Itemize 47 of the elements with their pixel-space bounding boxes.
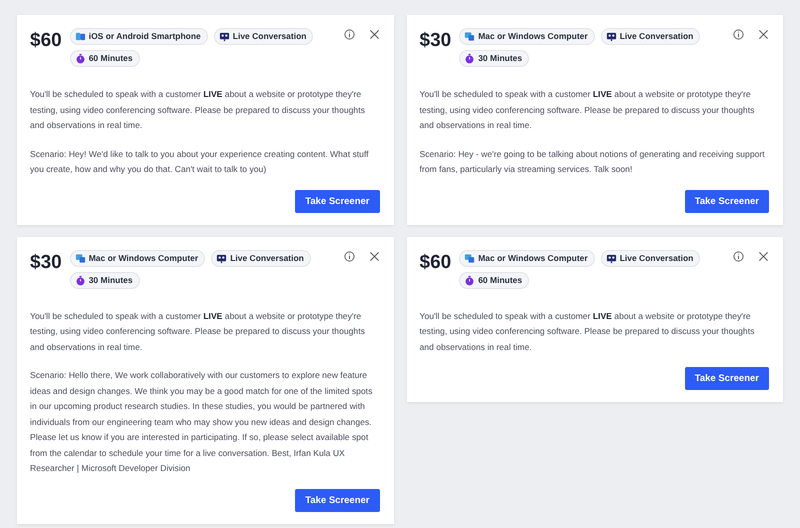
scenario-text: Scenario: Hey! We'd like to talk to you about your experience creating content. What stuff you create, how and why you do that. Can't wait to talk to you) <box>30 148 370 176</box>
close-icon[interactable] <box>368 250 380 262</box>
description: You'll be scheduled to speak with a customer LIVE about a website or prototype they're testing, using video conferencing software. Please be prepared to discuss your thoughts and observations in real time. <box>30 88 366 132</box>
price: $60 <box>420 252 452 274</box>
tag-label: Live Conversation <box>620 252 694 264</box>
tag-label: Mac or Windows Computer <box>478 31 588 42</box>
info-icon[interactable] <box>733 250 744 262</box>
monitor-people-icon <box>606 252 617 264</box>
description: You'll be scheduled to speak with a customer LIVE about a website or prototype they're testing, using video conferencing software. Please be prepared to discuss your thoughts and observations in real time. <box>420 88 756 132</box>
tag-label: 60 Minutes <box>88 53 133 64</box>
take-screener-button[interactable]: Take Screener <box>684 367 769 390</box>
close-icon[interactable] <box>758 29 769 40</box>
tag-label: 60 Minutes <box>478 274 522 286</box>
computer-icon <box>74 252 86 264</box>
monitor-people-icon <box>216 252 228 264</box>
take-screener-button[interactable]: Take Screener <box>295 488 380 512</box>
info-icon[interactable] <box>344 29 354 40</box>
tag-label: Mac or Windows Computer <box>478 252 588 264</box>
take-screener-button[interactable]: Take Screener <box>295 190 380 212</box>
description: You'll be scheduled to speak with a customer LIVE about a website or prototype they're testing, using video conferencing software. Please be prepared to discuss your thoughts and observations in real time. <box>30 310 366 354</box>
scenario-text: Scenario: Hello there, We work collaboratively with our customers to explore new feature ideas and design changes. We think you may be a good match for one of the limited spots in our upcoming product research studies. In these studies, you would be partnered with individuals from our engineering team who may show you new ideas and design changes. Please let us know if you are interested in participating. If so, please select available spot from the calendar to schedule your time for a live conversation. Best, Irfan Kula UX Researcher | Microsoft Developer Division <box>30 369 374 475</box>
computer-icon <box>464 252 476 264</box>
stopwatch-icon <box>464 53 476 64</box>
monitor-people-icon <box>606 31 617 42</box>
take-screener-button[interactable]: Take Screener <box>684 190 769 212</box>
devices-icon <box>74 31 86 42</box>
stopwatch-icon <box>74 274 86 286</box>
monitor-people-icon <box>218 31 230 42</box>
tag-label: 30 Minutes <box>88 274 133 286</box>
stopwatch-icon <box>464 274 476 286</box>
tag-label: iOS or Android Smartphone <box>88 31 201 42</box>
tag-label: Live Conversation <box>230 252 304 264</box>
tag-label: Live Conversation <box>620 31 694 42</box>
close-icon[interactable] <box>758 250 769 262</box>
computer-icon <box>464 31 476 42</box>
tag-label: 30 Minutes <box>478 53 522 64</box>
description: You'll be scheduled to speak with a customer LIVE about a website or prototype they're testing, using video conferencing software. Please be prepared to discuss your thoughts and observations in real time. <box>420 310 756 354</box>
tag-label: Live Conversation <box>232 31 306 42</box>
price: $60 <box>30 30 62 52</box>
close-icon[interactable] <box>368 29 380 40</box>
scenario-text: Scenario: Hey - we're going to be talking about notions of generating and receiving support from fans, particularly via streaming services. Talk soon! <box>420 148 766 176</box>
info-icon[interactable] <box>733 29 744 40</box>
stopwatch-icon <box>74 53 86 64</box>
price: $30 <box>30 252 62 274</box>
tag-label: Mac or Windows Computer <box>88 252 198 264</box>
info-icon[interactable] <box>344 250 354 262</box>
price: $30 <box>420 30 452 52</box>
